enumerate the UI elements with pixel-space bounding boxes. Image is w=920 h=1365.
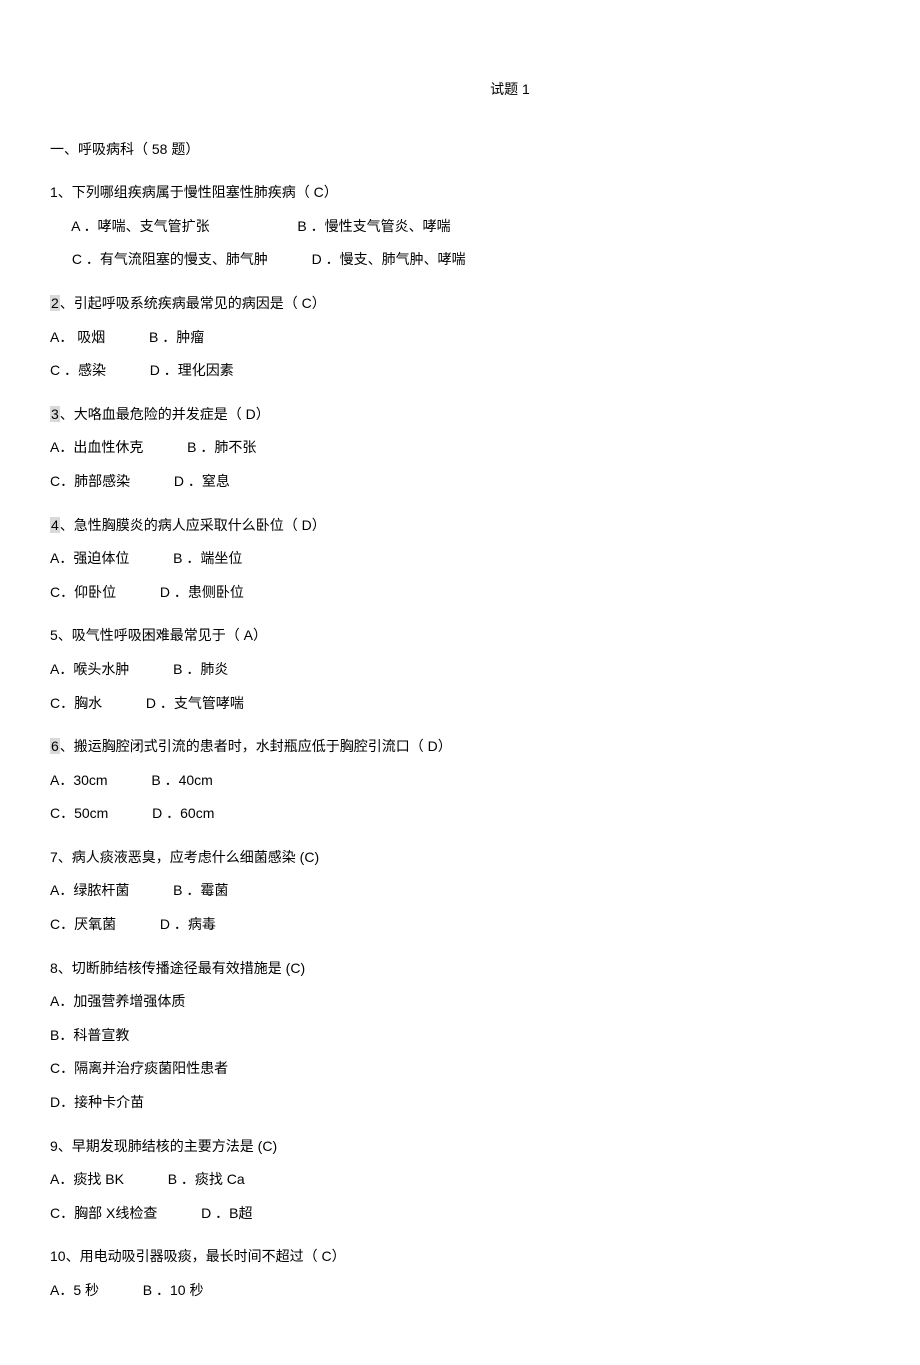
option-b: B ．痰找 Ca — [168, 1171, 245, 1187]
option-b: B ．肺炎 — [173, 661, 228, 677]
question-stem: 2、引起呼吸系统疾病最常见的病因是（ C） — [50, 294, 920, 314]
options-row: A．5 秒 B ．10 秒 — [50, 1281, 920, 1301]
highlighted-number: 3 — [50, 406, 60, 422]
option-d: D ．患侧卧位 — [160, 584, 244, 600]
option-c: C．胸部 X线检查 — [50, 1205, 157, 1221]
options-row: A．绿脓杆菌 B ．霉菌 — [50, 881, 920, 901]
option-b: B ．端坐位 — [173, 550, 242, 566]
option-d: D ．60cm — [152, 805, 214, 821]
option-b: B ．肿瘤 — [149, 329, 204, 345]
question-1: 1、下列哪组疾病属于慢性阻塞性肺疾病（ C） A ．哮喘、支气管扩张 B ．慢性… — [50, 183, 920, 270]
options-row: A．强迫体位 B ．端坐位 — [50, 549, 920, 569]
option-c: C．50cm — [50, 805, 108, 821]
option-b: B ．40cm — [151, 772, 212, 788]
option-a: A．绿脓杆菌 — [50, 882, 129, 898]
option-d: D ．窒息 — [174, 473, 230, 489]
question-stem: 10、用电动吸引器吸痰，最长时间不超过（ C） — [50, 1247, 920, 1267]
question-stem: 3、大咯血最危险的并发症是（ D） — [50, 405, 920, 425]
options-row: C．胸部 X线检查 D ．B超 — [50, 1204, 920, 1224]
question-stem: 6、搬运胸腔闭式引流的患者时，水封瓶应低于胸腔引流口（ D） — [50, 737, 920, 757]
question-stem: 8、切断肺结核传播途径最有效措施是 (C) — [50, 959, 920, 979]
options-row: A ．哮喘、支气管扩张 B ．慢性支气管炎、哮喘 — [50, 217, 920, 237]
options-row: A．30cm B ．40cm — [50, 771, 920, 791]
options-row: C ．感染 D ．理化因素 — [50, 361, 920, 381]
option-c: C ．感染 — [50, 362, 106, 378]
option-a: A．5 秒 — [50, 1282, 99, 1298]
options-row: C．厌氧菌 D ．病毒 — [50, 915, 920, 935]
option-d: D ．病毒 — [160, 916, 216, 932]
options-row: C．50cm D ．60cm — [50, 804, 920, 824]
stem-rest: 、急性胸膜炎的病人应采取什么卧位（ D） — [60, 517, 326, 533]
highlighted-number: 2 — [50, 295, 60, 311]
options-row: C．胸水 D ．支气管哮喘 — [50, 694, 920, 714]
option-c: C ．有气流阻塞的慢支、肺气肿 — [72, 251, 268, 267]
option-d: D ．理化因素 — [150, 362, 234, 378]
option-c: C．隔离并治疗痰菌阳性患者 — [50, 1059, 920, 1079]
options-row: A． 吸烟 B ．肿瘤 — [50, 328, 920, 348]
question-stem: 9、早期发现肺结核的主要方法是 (C) — [50, 1137, 920, 1157]
option-b: B ．慢性支气管炎、哮喘 — [297, 218, 450, 234]
option-c: C．仰卧位 — [50, 584, 116, 600]
option-a: A．强迫体位 — [50, 550, 129, 566]
option-a: A．喉头水肿 — [50, 661, 129, 677]
section-header: 一、呼吸病科（ 58 题） — [50, 140, 920, 160]
option-a: A．痰找 BK — [50, 1171, 124, 1187]
question-8: 8、切断肺结核传播途径最有效措施是 (C) A．加强营养增强体质 B．科普宣教 … — [50, 959, 920, 1113]
option-c: C．肺部感染 — [50, 473, 130, 489]
option-d: D ．支气管哮喘 — [146, 695, 244, 711]
options-row: A．喉头水肿 B ．肺炎 — [50, 660, 920, 680]
option-d: D．接种卡介苗 — [50, 1093, 920, 1113]
option-a: A．出血性休克 — [50, 439, 143, 455]
highlighted-number: 6 — [50, 738, 60, 754]
option-b: B ．10 秒 — [143, 1282, 204, 1298]
option-b: B ．肺不张 — [187, 439, 256, 455]
options-row: C ．有气流阻塞的慢支、肺气肿 D ．慢支、肺气肿、哮喘 — [50, 250, 920, 270]
question-10: 10、用电动吸引器吸痰，最长时间不超过（ C） A．5 秒 B ．10 秒 — [50, 1247, 920, 1300]
option-d: D ．慢支、肺气肿、哮喘 — [312, 251, 466, 267]
question-stem: 1、下列哪组疾病属于慢性阻塞性肺疾病（ C） — [50, 183, 920, 203]
question-3: 3、大咯血最危险的并发症是（ D） A．出血性休克 B ．肺不张 C．肺部感染 … — [50, 405, 920, 492]
option-a: A． 吸烟 — [50, 329, 105, 345]
option-a: A．30cm — [50, 772, 108, 788]
options-row: C．肺部感染 D ．窒息 — [50, 472, 920, 492]
question-5: 5、吸气性呼吸困难最常见于（ A） A．喉头水肿 B ．肺炎 C．胸水 D ．支… — [50, 626, 920, 713]
options-row: A．出血性休克 B ．肺不张 — [50, 438, 920, 458]
option-d: D ．B超 — [201, 1205, 252, 1221]
stem-rest: 、大咯血最危险的并发症是（ D） — [60, 406, 270, 422]
option-a: A．加强营养增强体质 — [50, 992, 920, 1012]
option-b: B．科普宣教 — [50, 1026, 920, 1046]
option-a: A ．哮喘、支气管扩张 — [71, 218, 209, 234]
page-title: 试题 1 — [50, 80, 920, 100]
options-row: A．痰找 BK B ．痰找 Ca — [50, 1170, 920, 1190]
question-4: 4、急性胸膜炎的病人应采取什么卧位（ D） A．强迫体位 B ．端坐位 C．仰卧… — [50, 516, 920, 603]
question-stem: 7、病人痰液恶臭，应考虑什么细菌感染 (C) — [50, 848, 920, 868]
stem-rest: 、搬运胸腔闭式引流的患者时，水封瓶应低于胸腔引流口（ D） — [60, 738, 452, 754]
question-9: 9、早期发现肺结核的主要方法是 (C) A．痰找 BK B ．痰找 Ca C．胸… — [50, 1137, 920, 1224]
question-stem: 5、吸气性呼吸困难最常见于（ A） — [50, 626, 920, 646]
option-b: B ．霉菌 — [173, 882, 228, 898]
question-7: 7、病人痰液恶臭，应考虑什么细菌感染 (C) A．绿脓杆菌 B ．霉菌 C．厌氧… — [50, 848, 920, 935]
highlighted-number: 4 — [50, 517, 60, 533]
question-stem: 4、急性胸膜炎的病人应采取什么卧位（ D） — [50, 516, 920, 536]
option-c: C．厌氧菌 — [50, 916, 116, 932]
question-6: 6、搬运胸腔闭式引流的患者时，水封瓶应低于胸腔引流口（ D） A．30cm B … — [50, 737, 920, 824]
option-c: C．胸水 — [50, 695, 102, 711]
question-2: 2、引起呼吸系统疾病最常见的病因是（ C） A． 吸烟 B ．肿瘤 C ．感染 … — [50, 294, 920, 381]
stem-rest: 、引起呼吸系统疾病最常见的病因是（ C） — [60, 295, 326, 311]
options-row: C．仰卧位 D ．患侧卧位 — [50, 583, 920, 603]
